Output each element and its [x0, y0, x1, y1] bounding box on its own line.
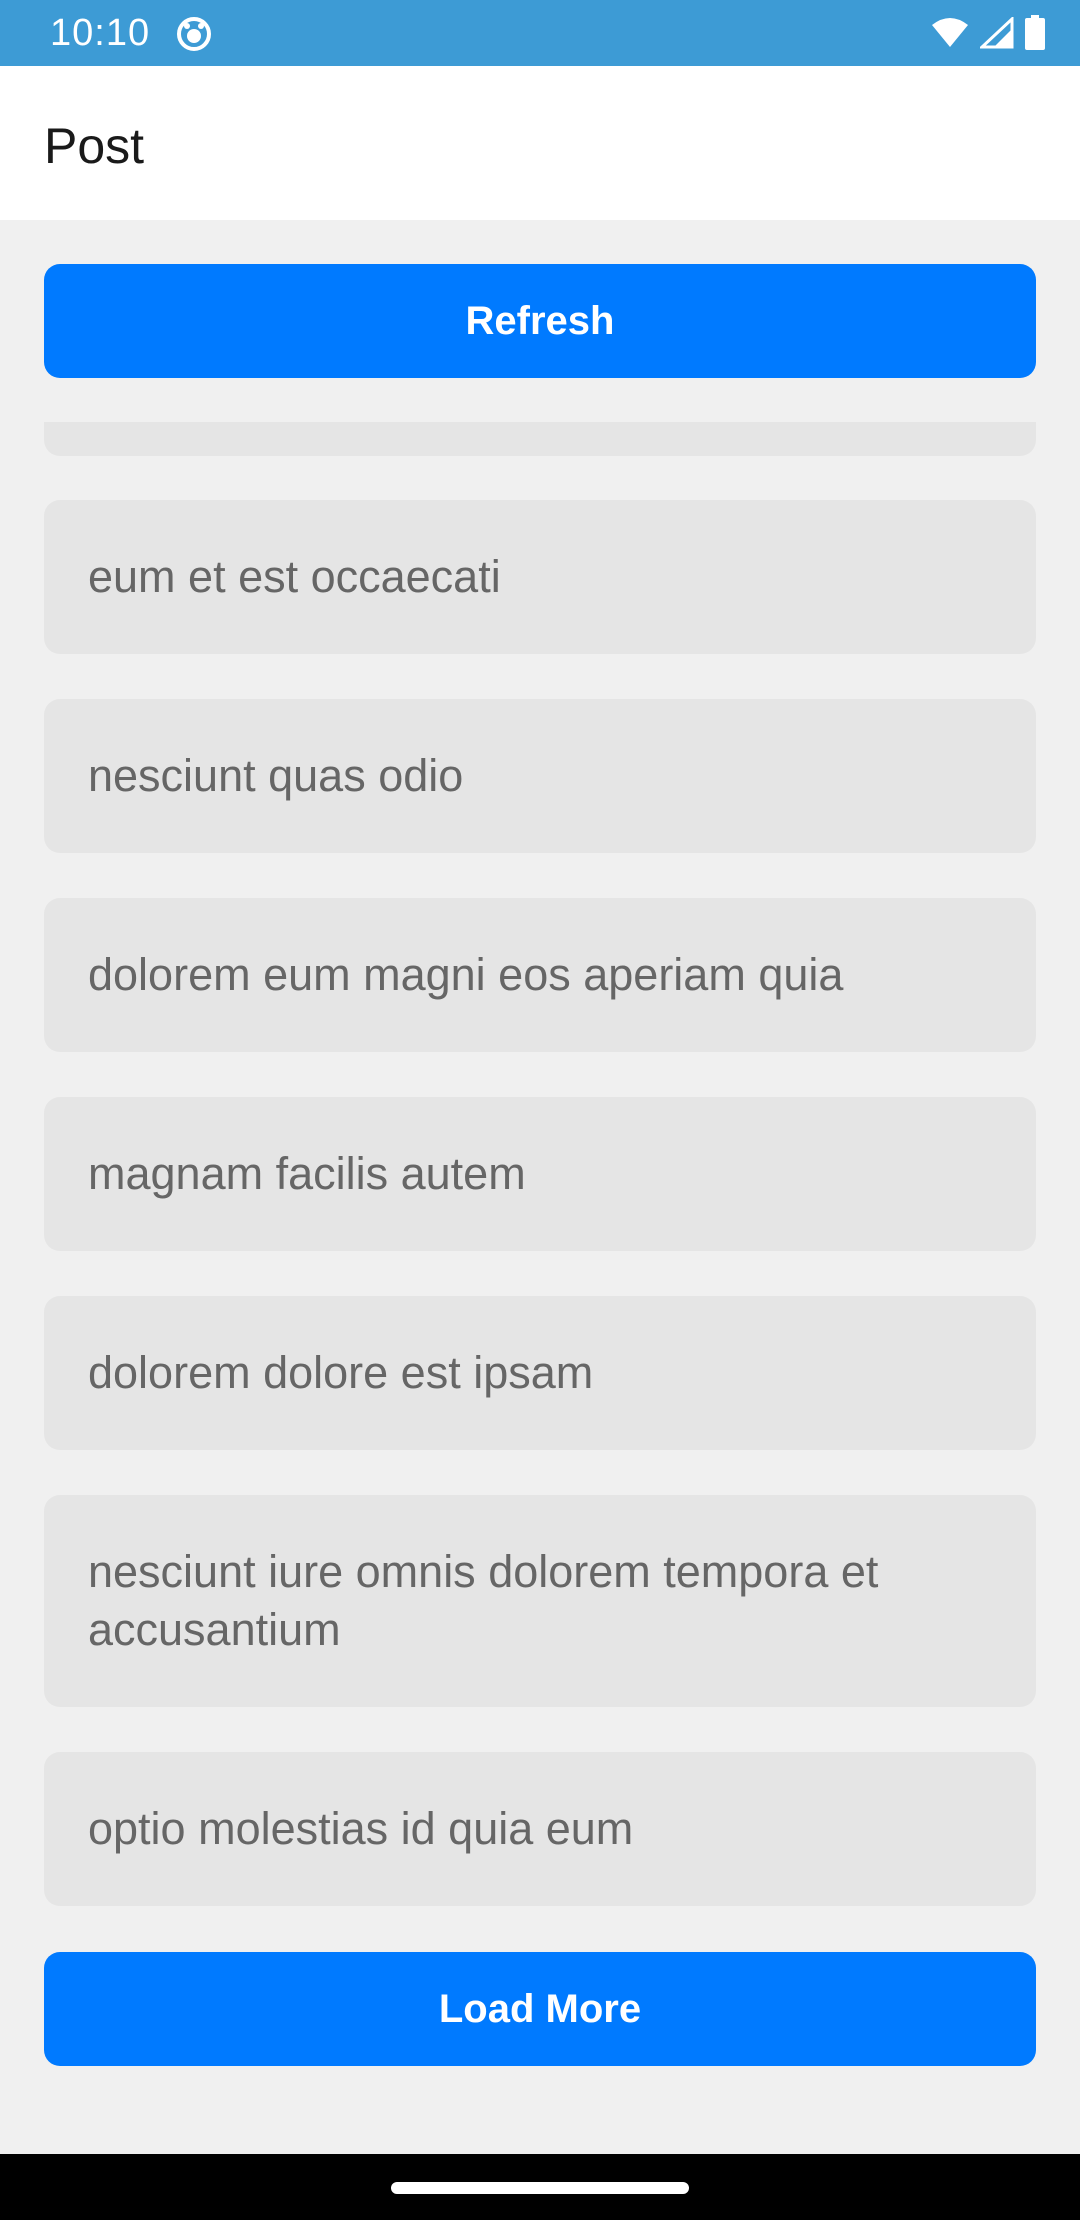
post-item[interactable]: eum et est occaecati — [44, 500, 1036, 654]
post-title: eum et est occaecati — [88, 551, 501, 602]
post-title: dolorem eum magni eos aperiam quia — [88, 949, 844, 1000]
app-screen: 10:10 Post Refresh eum et est occaecati … — [0, 0, 1080, 2220]
page-title: Post — [44, 118, 145, 174]
status-icons — [930, 14, 1046, 52]
post-item[interactable]: optio molestias id quia eum — [44, 1752, 1036, 1906]
post-item[interactable]: nesciunt quas odio — [44, 699, 1036, 853]
post-item[interactable]: magnam facilis autem — [44, 1097, 1036, 1251]
post-item[interactable]: dolorem dolore est ipsam — [44, 1296, 1036, 1450]
load-more-button[interactable]: Load More — [44, 1952, 1036, 2066]
post-title: nesciunt quas odio — [88, 750, 464, 801]
post-list[interactable]: eum et est occaecati nesciunt quas odio … — [0, 422, 1080, 1910]
cellular-signal-icon — [980, 17, 1014, 49]
battery-icon — [1025, 15, 1045, 50]
post-item[interactable]: nesciunt iure omnis dolorem tempora et a… — [44, 1495, 1036, 1707]
post-title: optio molestias id quia eum — [88, 1803, 634, 1854]
post-item[interactable] — [44, 422, 1036, 456]
post-title: magnam facilis autem — [88, 1148, 526, 1199]
refresh-button[interactable]: Refresh — [44, 264, 1036, 378]
app-notification-icon — [177, 17, 211, 51]
app-bar: Post — [0, 66, 1080, 220]
post-item[interactable]: dolorem eum magni eos aperiam quia — [44, 898, 1036, 1052]
wifi-icon — [932, 18, 968, 47]
post-title: nesciunt iure omnis dolorem tempora et a… — [88, 1546, 879, 1655]
status-time: 10:10 — [50, 12, 151, 54]
status-bar: 10:10 — [0, 0, 1080, 66]
post-title: dolorem dolore est ipsam — [88, 1347, 594, 1398]
navigation-bar — [0, 2154, 1080, 2220]
home-gesture-handle[interactable] — [391, 2182, 689, 2194]
